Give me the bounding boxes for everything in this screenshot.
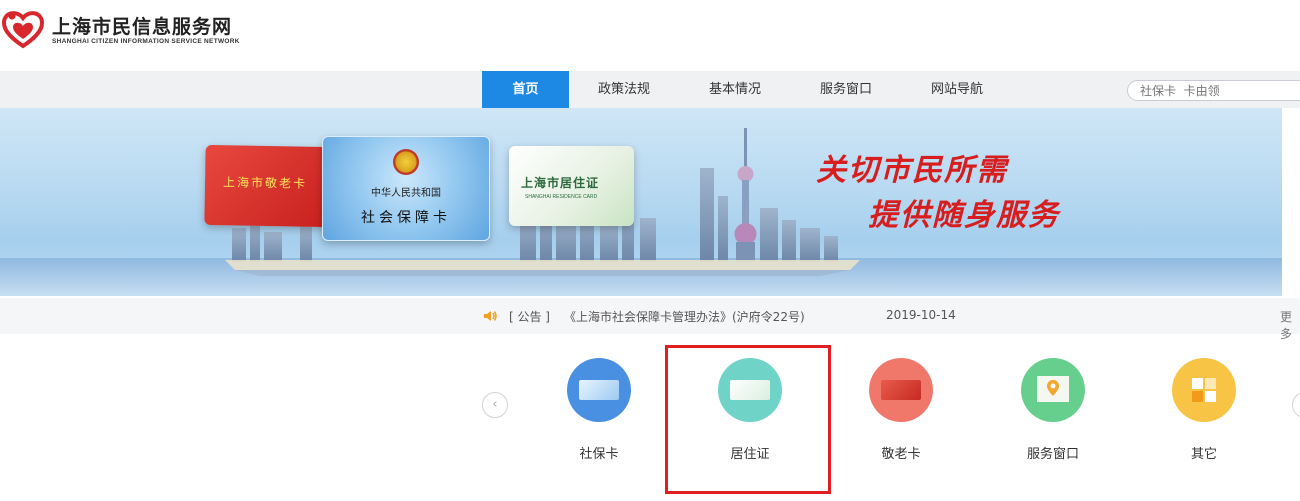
social-security-card-icon <box>567 358 631 422</box>
service-label: 其它 <box>1190 447 1217 462</box>
carousel-next-button[interactable]: › <box>1292 392 1300 418</box>
tower-shape <box>734 128 757 262</box>
site-subtitle: SHANGHAI CITIZEN INFORMATION SERVICE NET… <box>52 38 240 45</box>
residence-card-sub: SHANGHAI RESIDENCE CARD <box>525 194 598 200</box>
national-emblem-icon <box>393 149 419 175</box>
site-header: 上海市民信息服务网 SHANGHAI CITIZEN INFORMATION S… <box>0 0 1300 71</box>
other-icon <box>1172 358 1236 422</box>
site-title[interactable]: 上海市民信息服务网 <box>52 12 232 39</box>
social-card-line1: 中华人民共和国 <box>371 188 441 199</box>
nav-basic-info[interactable]: 基本情况 <box>695 71 775 108</box>
nav-policies[interactable]: 政策法规 <box>584 71 664 108</box>
social-card-line2: 社会保障卡 <box>361 210 451 226</box>
mini-card-shape <box>881 380 921 400</box>
nav-home[interactable]: 首页 <box>482 71 569 108</box>
notice-tag: [ 公告 ] <box>509 310 550 324</box>
hero-banner[interactable]: 上海市敬老卡 中华人民共和国 社会保障卡 上海市居住证 SHANGHAI RES… <box>0 108 1282 296</box>
banner-slogan-2: 提供随身服务 <box>868 198 1060 233</box>
service-window-icon <box>1021 358 1085 422</box>
search-input[interactable] <box>1127 80 1300 101</box>
carousel-prev-button[interactable]: ‹ <box>482 392 508 418</box>
notice-more-link[interactable]: 更多 <box>1280 308 1300 342</box>
social-security-card-image: 中华人民共和国 社会保障卡 <box>322 136 490 241</box>
service-social-security-card[interactable]: 社保卡 <box>549 358 649 468</box>
speaker-icon <box>484 311 497 321</box>
notice-link[interactable]: 《上海市社会保障卡管理办法》(沪府令22号) <box>564 308 805 325</box>
selection-highlight-box <box>665 345 831 494</box>
service-label: 服务窗口 <box>1026 447 1079 462</box>
service-elderly-card[interactable]: 敬老卡 <box>851 358 951 468</box>
residence-card-image: 上海市居住证 SHANGHAI RESIDENCE CARD <box>509 146 634 226</box>
map-pin-icon <box>1037 376 1069 402</box>
elderly-card-text: 上海市敬老卡 <box>222 175 308 191</box>
skyline-illustration <box>0 128 1282 296</box>
banner-slogan-1: 关切市民所需 <box>816 153 1008 188</box>
notice-bar: [ 公告 ] 《上海市社会保障卡管理办法》(沪府令22号) 2019-10-14… <box>0 298 1300 341</box>
main-nav: 首页 政策法规 基本情况 服务窗口 网站导航 <box>0 71 1300 108</box>
grid-blocks-icon <box>1192 378 1216 402</box>
logo-icon[interactable] <box>0 10 46 50</box>
elderly-card-icon <box>869 358 933 422</box>
mini-card-shape <box>579 380 619 400</box>
notice-date: 2019-10-14 <box>886 308 956 322</box>
service-service-window[interactable]: 服务窗口 <box>1003 358 1103 468</box>
service-other[interactable]: 其它 <box>1154 358 1254 468</box>
residence-card-text: 上海市居住证 <box>521 176 600 190</box>
service-label: 社保卡 <box>579 447 619 462</box>
service-label: 敬老卡 <box>881 447 921 462</box>
nav-service-window[interactable]: 服务窗口 <box>806 71 886 108</box>
elderly-card-image: 上海市敬老卡 <box>204 144 330 228</box>
nav-site-map[interactable]: 网站导航 <box>917 71 997 108</box>
